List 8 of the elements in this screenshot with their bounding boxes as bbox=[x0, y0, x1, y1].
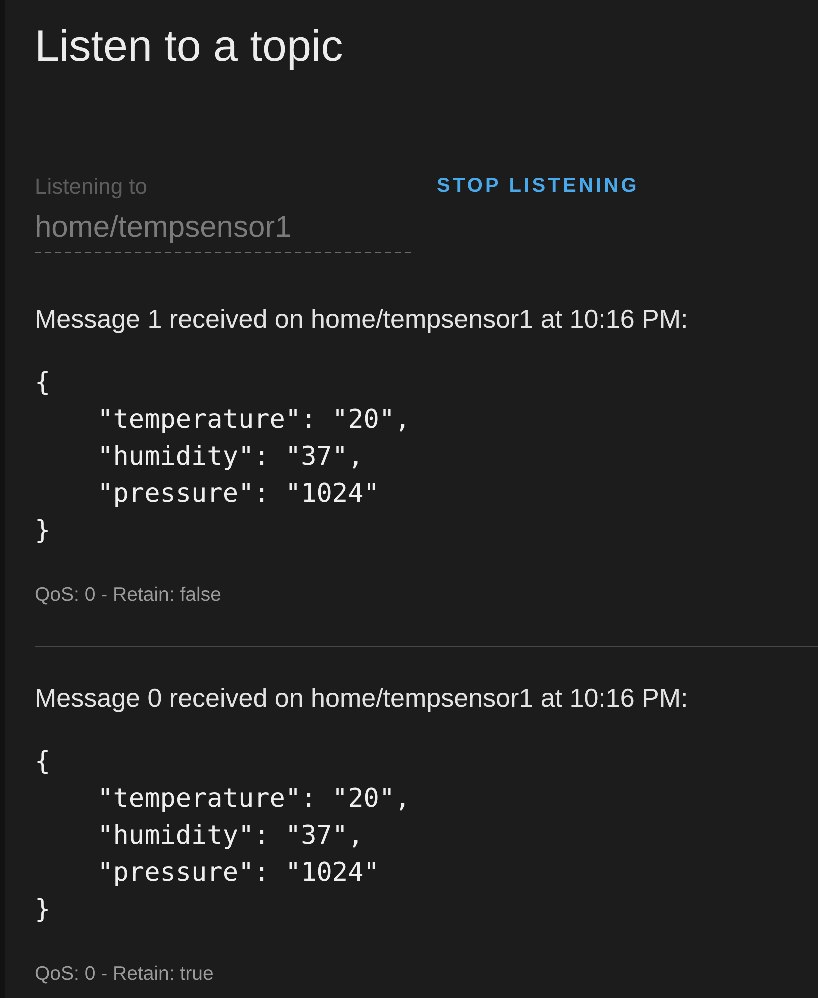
json-payload: { "temperature": "20", "humidity": "37", "pressure": "1024" } bbox=[35, 746, 411, 927]
json-payload: { "temperature": "20", "humidity": "37", "pressure": "1024" } bbox=[35, 367, 411, 548]
message-heading: Message 0 received on home/tempsensor1 at 10:16 PM: bbox=[35, 682, 688, 714]
stop-listening-button[interactable]: STOP LISTENING bbox=[429, 168, 648, 204]
page-title: Listen to a topic bbox=[35, 21, 344, 73]
message-details: QoS: 0 - Retain: false bbox=[35, 583, 222, 607]
message-heading: Message 1 received on home/tempsensor1 at 10:16 PM: bbox=[35, 303, 688, 335]
message-details: QoS: 0 - Retain: true bbox=[35, 962, 214, 986]
